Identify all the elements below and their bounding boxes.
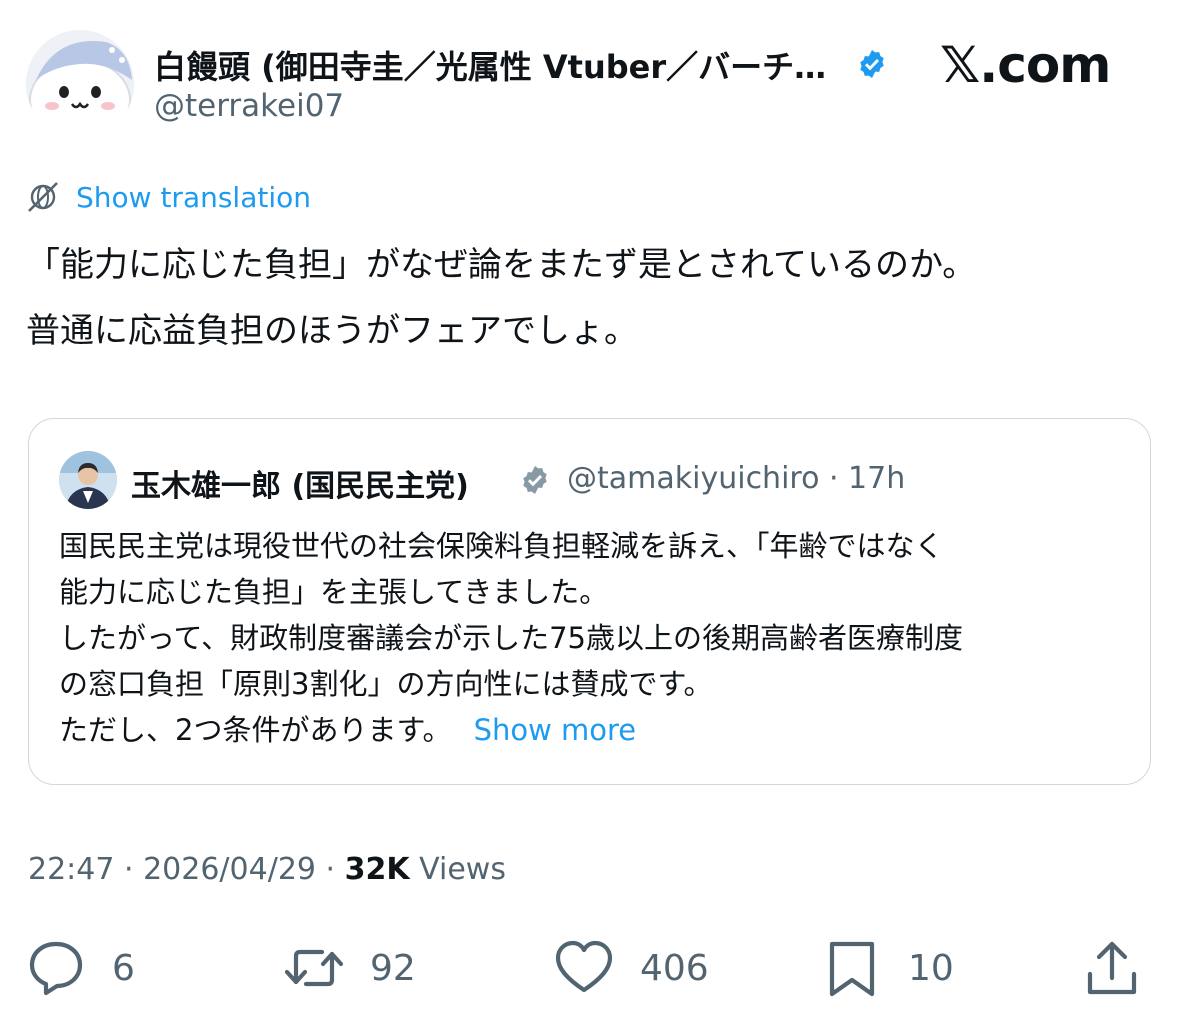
tweet-meta: 22:47 · 2026/04/29 · 32K Views bbox=[28, 852, 506, 887]
heart-icon bbox=[555, 940, 613, 993]
tweet-header: 白饅頭 (御田寺圭／光属性 Vtuber／バーチ… @terrakei07 𝕏.… bbox=[26, 28, 1156, 138]
tweet-screenshot: 白饅頭 (御田寺圭／光属性 Vtuber／バーチ… @terrakei07 𝕏.… bbox=[0, 0, 1179, 1018]
like-button[interactable]: 406 bbox=[554, 930, 709, 1006]
tweet-text-line: 「能力に応じた負担」がなぜ論をまたず是とされているのか。 bbox=[26, 245, 977, 285]
quoted-tweet-card[interactable]: 玉木雄一郎 (国民民主党) @tamakiyuichiro · 17h 国民民主… bbox=[28, 418, 1151, 785]
like-count: 406 bbox=[640, 947, 709, 989]
reply-count: 6 bbox=[112, 947, 135, 989]
views-count: 32K bbox=[344, 852, 410, 887]
quoted-text-line: したがって、財政制度審議会が示した75歳以上の後期高齢者医療制度 bbox=[59, 621, 964, 655]
tweet-text-line: 普通に応益負担のほうがフェアでしょ。 bbox=[26, 311, 638, 351]
action-bar: 6 92 406 10 bbox=[0, 930, 1179, 1010]
bookmark-icon bbox=[829, 941, 875, 997]
bookmark-count: 10 bbox=[908, 947, 954, 989]
quoted-text-line: ただし、2つ条件があります。 bbox=[59, 713, 452, 747]
retweet-icon bbox=[284, 949, 344, 987]
show-translation-label: Show translation bbox=[76, 180, 312, 214]
show-translation-button[interactable]: Show translation bbox=[26, 180, 311, 214]
tweet-text: 「能力に応じた負担」がなぜ論をまたず是とされているのか。 普通に応益負担のほうが… bbox=[26, 232, 1156, 364]
x-com-logo: 𝕏.com bbox=[940, 36, 1111, 94]
quoted-text-line: 能力に応じた負担」を主張してきました。 bbox=[59, 575, 609, 609]
reply-icon bbox=[29, 941, 83, 996]
quoted-text-line: の窓口負担「原則3割化」の方向性には賛成です。 bbox=[59, 667, 713, 701]
reply-button[interactable]: 6 bbox=[26, 930, 135, 1006]
tweet-date[interactable]: 2026/04/29 bbox=[143, 852, 316, 887]
quoted-author-handle-time[interactable]: @tamakiyuichiro · 17h bbox=[567, 461, 905, 496]
verified-badge-icon bbox=[523, 466, 547, 494]
quoted-tweet-text: 国民民主党は現役世代の社会保険料負担軽減を訴え、「年齢ではなく 能力に応じた負担… bbox=[59, 523, 1129, 753]
quoted-text-line-last: ただし、2つ条件があります。 Show more bbox=[59, 707, 1129, 753]
quoted-text-line: 国民民主党は現役世代の社会保険料負担軽減を訴え、「年齢ではなく bbox=[59, 529, 944, 563]
tweet-time[interactable]: 22:47 bbox=[28, 852, 114, 887]
quoted-author-name[interactable]: 玉木雄一郎 (国民民主党) bbox=[131, 461, 469, 505]
meta-separator: · bbox=[114, 852, 144, 887]
globe-slash-icon bbox=[28, 182, 58, 212]
share-icon bbox=[1087, 941, 1137, 995]
verified-badge-icon bbox=[860, 50, 884, 78]
author-display-name[interactable]: 白饅頭 (御田寺圭／光属性 Vtuber／バーチ… bbox=[154, 42, 854, 88]
bookmark-button[interactable]: 10 bbox=[822, 930, 954, 1006]
retweet-button[interactable]: 92 bbox=[284, 930, 416, 1006]
show-more-link[interactable]: Show more bbox=[474, 713, 637, 747]
share-button[interactable] bbox=[1082, 930, 1142, 1006]
retweet-count: 92 bbox=[370, 947, 416, 989]
views-label: Views bbox=[419, 852, 506, 887]
author-handle[interactable]: @terrakei07 bbox=[154, 88, 344, 124]
author-avatar[interactable] bbox=[26, 30, 134, 138]
meta-separator: · bbox=[316, 852, 345, 887]
quoted-author-avatar[interactable] bbox=[59, 451, 117, 509]
